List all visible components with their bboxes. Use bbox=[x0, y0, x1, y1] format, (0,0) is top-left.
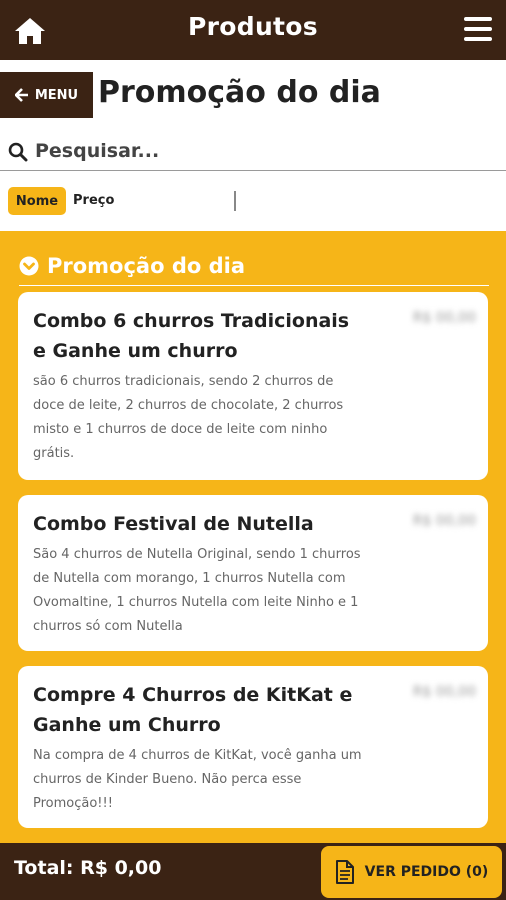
product-name: Combo Festival de Nutella bbox=[33, 513, 314, 535]
arrow-left-icon bbox=[14, 88, 28, 102]
section-header[interactable]: Promoção do dia bbox=[19, 247, 489, 286]
section-title: Promoção do dia bbox=[47, 254, 246, 278]
hamburger-menu-button[interactable] bbox=[464, 17, 492, 43]
product-description: São 4 churros de Nutella Original, sendo… bbox=[33, 547, 361, 634]
search-icon bbox=[8, 142, 28, 162]
chevron-down-circle-icon bbox=[19, 256, 39, 276]
product-price: R$ 00,00 bbox=[412, 684, 476, 700]
menu-button-label: MENU bbox=[34, 87, 79, 103]
divider bbox=[234, 191, 236, 211]
promo-section: Promoção do dia Combo 6 churros Tradicio… bbox=[0, 231, 506, 843]
top-bar: Produtos bbox=[0, 0, 506, 60]
product-card[interactable]: Combo 6 churros Tradicionais e Ganhe um … bbox=[18, 292, 488, 480]
order-total: Total: R$ 0,00 bbox=[14, 857, 162, 879]
hamburger-icon bbox=[464, 17, 492, 21]
search-input[interactable] bbox=[33, 134, 497, 168]
product-price: R$ 00,00 bbox=[412, 513, 476, 529]
product-description: são 6 churros tradicionais, sendo 2 chur… bbox=[33, 374, 344, 461]
product-name: Combo 6 churros Tradicionais e Ganhe um … bbox=[33, 310, 350, 362]
product-name: Compre 4 Churros de KitKat e Ganhe um Ch… bbox=[33, 684, 353, 736]
product-card[interactable]: Combo Festival de Nutella São 4 churros … bbox=[18, 495, 488, 651]
product-price: R$ 00,00 bbox=[412, 310, 476, 326]
page-header-title: Produtos bbox=[188, 12, 318, 41]
view-order-label: VER PEDIDO (0) bbox=[364, 864, 489, 880]
sort-by-price-button[interactable]: Preço bbox=[73, 193, 114, 208]
view-order-button[interactable]: VER PEDIDO (0) bbox=[321, 846, 502, 898]
sort-options: Nome Preço bbox=[0, 171, 506, 231]
back-to-menu-button[interactable]: MENU bbox=[0, 72, 93, 118]
search-bar bbox=[0, 130, 506, 171]
document-icon bbox=[335, 860, 354, 884]
page-title: Promoção do dia bbox=[98, 75, 381, 110]
sort-by-name-button[interactable]: Nome bbox=[8, 187, 66, 215]
product-description: Na compra de 4 churros de KitKat, você g… bbox=[33, 748, 362, 811]
product-card[interactable]: Compre 4 Churros de KitKat e Ganhe um Ch… bbox=[18, 666, 488, 828]
